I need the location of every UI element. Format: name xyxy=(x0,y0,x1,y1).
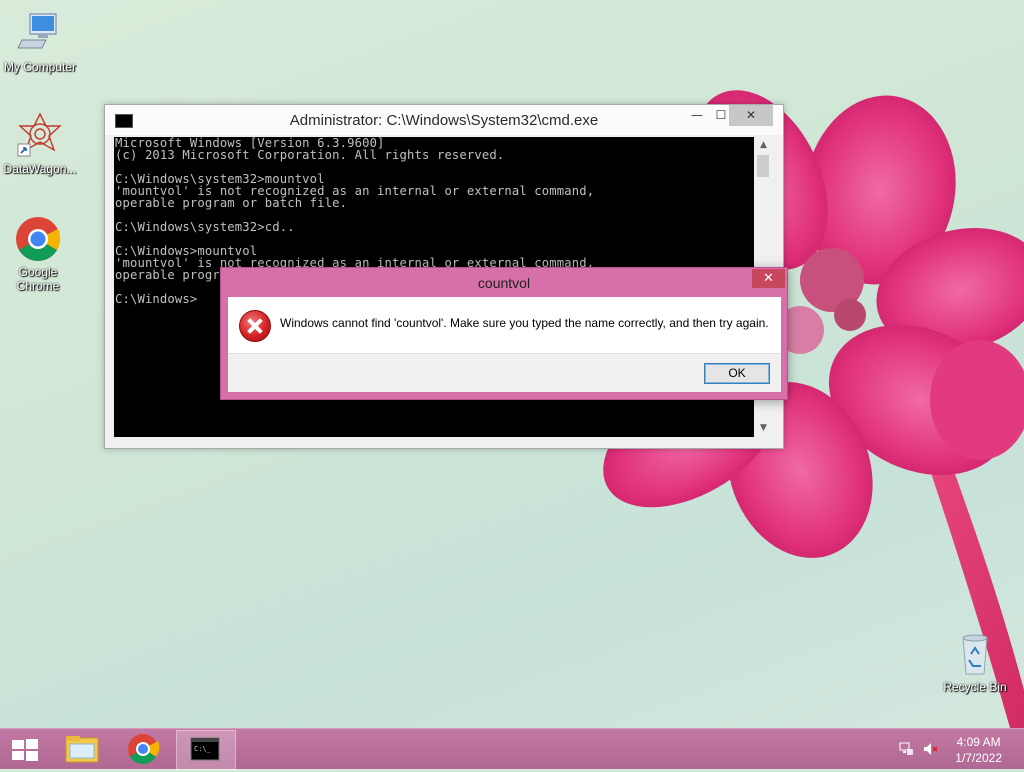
svg-text:C:\_: C:\_ xyxy=(194,745,212,753)
windows-logo-pane xyxy=(26,739,38,749)
windows-logo-icon xyxy=(12,740,24,749)
taskbar-file-explorer[interactable] xyxy=(52,730,110,768)
cmd-titlebar[interactable]: Administrator: C:\Windows\System32\cmd.e… xyxy=(105,105,783,135)
desktop-icon-label: My Computer xyxy=(3,60,77,74)
windows-logo-pane xyxy=(12,751,24,760)
folder-icon xyxy=(65,736,99,763)
dialog-footer: OK xyxy=(228,353,781,392)
computer-icon xyxy=(16,10,64,58)
taskbar-chrome[interactable] xyxy=(114,730,172,768)
error-dialog[interactable]: countvol ✕ Windows cannot find 'countvol… xyxy=(220,267,788,400)
chrome-icon xyxy=(128,734,160,765)
desktop-icon-label: DataWagon... xyxy=(3,162,77,176)
dialog-message: Windows cannot find 'countvol'. Make sur… xyxy=(280,316,769,330)
datawagon-icon xyxy=(16,112,64,160)
network-icon[interactable] xyxy=(898,741,914,757)
dialog-title: countvol xyxy=(477,275,531,291)
volume-muted-icon[interactable] xyxy=(922,741,938,757)
desktop-icon-recycle-bin[interactable]: Recycle Bin xyxy=(935,630,1015,694)
scroll-down-icon[interactable]: ▼ xyxy=(755,420,772,437)
chrome-icon xyxy=(14,215,62,263)
tray-clock[interactable]: 4:09 AM 1/7/2022 xyxy=(955,734,1002,766)
desktop-icon-google-chrome[interactable]: Google Chrome xyxy=(0,215,78,293)
ok-button[interactable]: OK xyxy=(704,363,770,384)
desktop-icon-datawagon[interactable]: DataWagon... xyxy=(0,112,80,176)
taskbar: C:\_ 4:09 AM 1/7/2022 xyxy=(0,728,1024,770)
dialog-close-button[interactable]: ✕ xyxy=(752,269,785,288)
dialog-body: Windows cannot find 'countvol'. Make sur… xyxy=(228,297,781,353)
scroll-thumb[interactable] xyxy=(757,155,769,177)
desktop-icon-label: Recycle Bin xyxy=(943,680,1007,694)
desktop-icon-my-computer[interactable]: My Computer xyxy=(0,10,80,74)
clock-time: 4:09 AM xyxy=(956,735,1001,749)
cmd-icon: C:\_ xyxy=(190,737,220,761)
close-button[interactable]: ✕ xyxy=(729,105,773,126)
error-icon xyxy=(239,310,271,342)
scroll-up-icon[interactable]: ▲ xyxy=(755,137,772,154)
taskbar-cmd[interactable]: C:\_ xyxy=(176,730,236,770)
windows-logo-pane xyxy=(26,751,38,761)
desktop-icon-label: Google Chrome xyxy=(16,265,60,293)
clock-date: 1/7/2022 xyxy=(955,751,1002,765)
start-button[interactable] xyxy=(12,739,38,761)
recycle-bin-icon xyxy=(951,630,999,678)
cmd-window-title: Administrator: C:\Windows\System32\cmd.e… xyxy=(289,112,599,129)
